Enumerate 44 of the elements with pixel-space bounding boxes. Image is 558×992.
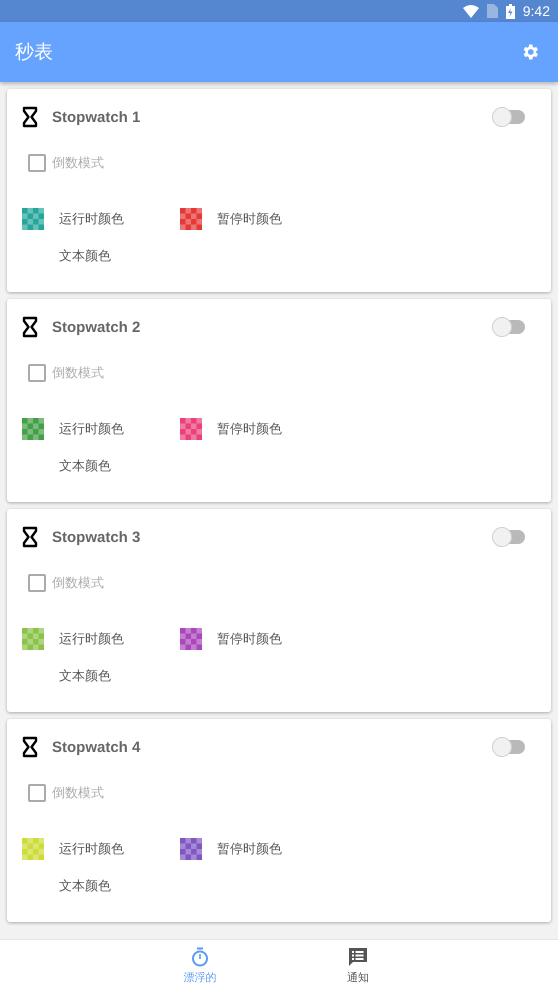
text-color-label[interactable]: 文本颜色 xyxy=(59,667,111,685)
nav-tab[interactable]: 通知 xyxy=(329,940,387,992)
toggle-switch[interactable] xyxy=(491,736,527,758)
stopwatch-title: Stopwatch 2 xyxy=(52,318,142,336)
hourglass-icon xyxy=(22,736,38,758)
swatch-label: 运行时颜色 xyxy=(59,841,124,858)
swatch-label: 暂停时颜色 xyxy=(217,211,282,228)
color-swatch[interactable] xyxy=(22,418,44,440)
toggle-switch[interactable] xyxy=(491,316,527,338)
color-swatch[interactable] xyxy=(22,838,44,860)
wifi-icon xyxy=(462,4,479,18)
swatch-label: 暂停时颜色 xyxy=(217,421,282,438)
text-color-label[interactable]: 文本颜色 xyxy=(59,247,111,265)
clock-time: 9:42 xyxy=(522,3,550,19)
color-swatch[interactable] xyxy=(22,208,44,230)
toggle-switch[interactable] xyxy=(491,526,527,548)
checkbox-label: 倒数模式 xyxy=(52,575,104,592)
color-swatch[interactable] xyxy=(180,418,202,440)
swatch-label: 运行时颜色 xyxy=(59,211,124,228)
swatch-label: 暂停时颜色 xyxy=(217,631,282,648)
color-swatch[interactable] xyxy=(180,838,202,860)
stopwatch-title: Stopwatch 4 xyxy=(52,738,142,756)
battery-charging-icon xyxy=(506,4,515,18)
swatch-label: 暂停时颜色 xyxy=(217,841,282,858)
checkbox-label: 倒数模式 xyxy=(52,365,104,382)
stopwatch-title: Stopwatch 1 xyxy=(52,108,142,126)
text-color-label[interactable]: 文本颜色 xyxy=(59,877,111,895)
color-swatch[interactable] xyxy=(180,628,202,650)
toggle-switch[interactable] xyxy=(491,106,527,128)
color-swatch[interactable] xyxy=(180,208,202,230)
checkbox-label: 倒数模式 xyxy=(52,785,104,802)
stopwatch-icon xyxy=(190,947,210,967)
no-sim-icon xyxy=(486,4,498,18)
text-color-label[interactable]: 文本颜色 xyxy=(59,457,111,475)
message-icon xyxy=(348,947,368,967)
hourglass-icon xyxy=(22,106,38,128)
stopwatch-title: Stopwatch 3 xyxy=(52,528,142,546)
hourglass-icon xyxy=(22,526,38,548)
hourglass-icon xyxy=(22,316,38,338)
color-swatch[interactable] xyxy=(22,628,44,650)
swatch-label: 运行时颜色 xyxy=(59,631,124,648)
app-title: 秒表 xyxy=(15,40,53,65)
checkbox-label: 倒数模式 xyxy=(52,155,104,172)
swatch-label: 运行时颜色 xyxy=(59,421,124,438)
